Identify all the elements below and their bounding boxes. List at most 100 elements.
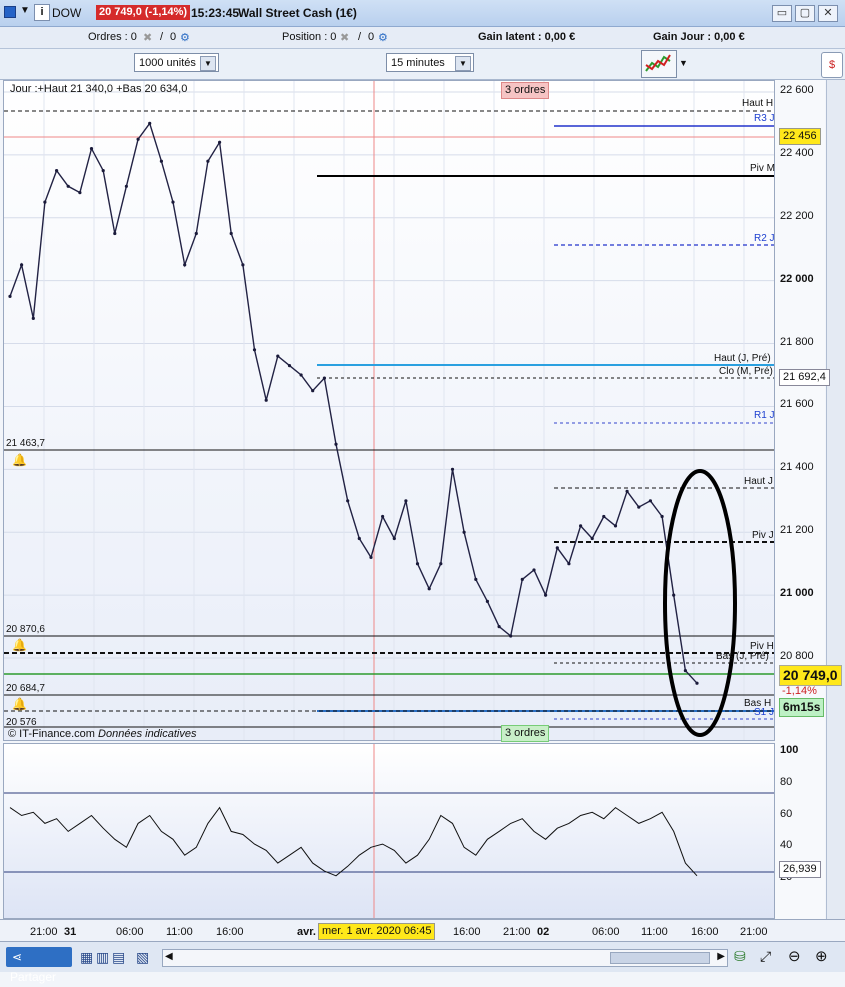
price-point — [183, 263, 187, 267]
time-label: 31 — [64, 926, 77, 938]
price-point — [20, 263, 24, 267]
price-point — [276, 354, 280, 358]
share-label: Partager — [10, 970, 57, 984]
orders-gear-icon[interactable]: ⚙ — [180, 31, 190, 44]
chevron-down-icon[interactable]: ▼ — [200, 56, 216, 71]
price-point — [334, 442, 338, 446]
price-tick-label: 21 400 — [780, 461, 814, 474]
symbol-label[interactable]: DOW — [52, 6, 81, 20]
zoom-in-icon[interactable]: ⊕ — [815, 947, 828, 965]
bell-icon[interactable]: 🔔 — [12, 638, 27, 652]
price-point — [404, 499, 408, 503]
countdown-tag: 6m15s — [779, 698, 825, 717]
level-bas-pre: Bas (J, Pré) — [716, 651, 769, 662]
chevron-down-icon[interactable]: ▼ — [20, 5, 30, 16]
indicator-panel[interactable] — [3, 743, 775, 919]
chart-type-button[interactable] — [641, 50, 677, 78]
price-point — [299, 373, 303, 377]
price-point — [415, 562, 420, 566]
price-point — [346, 499, 350, 503]
position-separator: / — [358, 31, 362, 43]
time-label: 06:00 — [116, 926, 144, 938]
position-label: Position : 0 — [282, 31, 337, 43]
position-cancel-icon[interactable]: ✖ — [340, 31, 349, 44]
zoom-fit-icon[interactable]: ⤢ — [760, 948, 771, 965]
price-point — [625, 489, 629, 493]
price-point — [474, 577, 478, 581]
orders-cancel-icon[interactable]: ✖ — [143, 31, 152, 44]
price-point — [648, 499, 653, 503]
time-label: 02 — [537, 926, 550, 938]
price-point — [159, 159, 163, 163]
price-tick-label: 22 600 — [780, 84, 814, 96]
bell-icon[interactable]: 🔔 — [12, 453, 27, 467]
price-point — [252, 348, 257, 352]
price-point — [590, 536, 594, 541]
price-point — [124, 184, 128, 188]
time-label: 21:00 — [503, 926, 531, 938]
price-point — [509, 634, 513, 638]
scroll-left-icon[interactable]: ◀ — [165, 951, 173, 962]
chart-settings-icon[interactable] — [4, 6, 16, 18]
price-point — [672, 593, 676, 597]
price-point — [55, 169, 59, 173]
position-gear-icon[interactable]: ⚙ — [378, 31, 388, 44]
price-point — [101, 169, 105, 173]
units-select[interactable]: 1000 unités ▼ — [134, 53, 219, 72]
instrument-title: Wall Street Cash (1€) — [238, 6, 357, 20]
side-panel-toggle-icon[interactable]: $ — [821, 52, 843, 78]
time-label: 21:00 — [30, 926, 58, 938]
left-level-3: 20 684,7 — [6, 683, 45, 694]
interval-select[interactable]: 15 minutes ▼ — [386, 53, 474, 72]
price-point — [171, 200, 175, 204]
units-value: 1000 unités — [139, 57, 196, 69]
scroll-right-icon[interactable]: ▶ — [717, 951, 725, 962]
price-chart[interactable]: Jour :+Haut 21 340,0 +Bas 20 634,0 3 ord… — [3, 80, 775, 742]
zoom-out-icon[interactable]: ⊖ — [788, 947, 801, 965]
minimize-button[interactable]: ▭ — [772, 5, 792, 22]
chart-icon[interactable]: ▥ — [96, 949, 109, 966]
scroll-thumb[interactable] — [610, 952, 710, 964]
level-haut-pre: Haut (J, Pré) — [714, 353, 771, 364]
table-icon[interactable]: ▤ — [112, 949, 125, 966]
price-tick-label: 21 800 — [780, 335, 814, 348]
layout-icon[interactable]: ▧ — [136, 949, 149, 966]
indicators-icon[interactable]: ⛁ — [734, 948, 746, 965]
time-axis: 21:00 31 06:00 11:00 16:00 avr. mer. 1 a… — [0, 919, 845, 942]
price-point — [462, 530, 466, 534]
price-point — [683, 669, 688, 673]
price-point — [241, 263, 245, 267]
price-point — [660, 514, 664, 519]
level-r2j: R2 J — [754, 233, 775, 244]
price-tick-label: 22 000 — [780, 272, 814, 285]
time-label: 11:00 — [641, 926, 668, 938]
gain-jour-label: Gain Jour : 0,00 € — [653, 31, 745, 43]
price-point — [357, 536, 361, 541]
chevron-down-icon[interactable]: ▼ — [455, 56, 471, 71]
grid-icon[interactable]: ▦ — [80, 949, 93, 966]
info-button[interactable]: i — [34, 4, 50, 21]
orders-separator: / — [160, 31, 164, 43]
right-scrollbar[interactable] — [826, 80, 845, 919]
share-button[interactable]: ⋖ Partager — [6, 947, 72, 984]
orders-top-tag[interactable]: 3 ordres — [501, 82, 550, 99]
chart-header: Jour :+Haut 21 340,0 +Bas 20 634,0 — [10, 83, 188, 95]
level-piv-m: Piv M — [750, 163, 775, 174]
indicator-tick-label: 40 — [780, 839, 793, 852]
indicator-tick-label: 60 — [780, 807, 793, 820]
price-point — [31, 316, 35, 320]
bell-icon[interactable]: 🔔 — [12, 697, 27, 711]
gain-latent-label: Gain latent : 0,00 € — [478, 31, 576, 43]
indicator-tick-label: 100 — [780, 744, 799, 756]
horizontal-scrollbar[interactable]: ◀ ▶ — [162, 949, 728, 967]
price-point — [555, 546, 559, 550]
time-label: avr. — [297, 926, 316, 938]
price-point — [544, 593, 548, 597]
orders-bottom-tag[interactable]: 3 ordres — [501, 725, 550, 742]
chevron-down-icon[interactable]: ▼ — [679, 58, 688, 68]
restore-button[interactable]: ▢ — [795, 5, 815, 22]
price-axis — [775, 80, 825, 919]
price-point — [322, 376, 326, 380]
close-button[interactable]: ✕ — [818, 5, 838, 22]
price-tick-label: 22 400 — [780, 146, 814, 159]
